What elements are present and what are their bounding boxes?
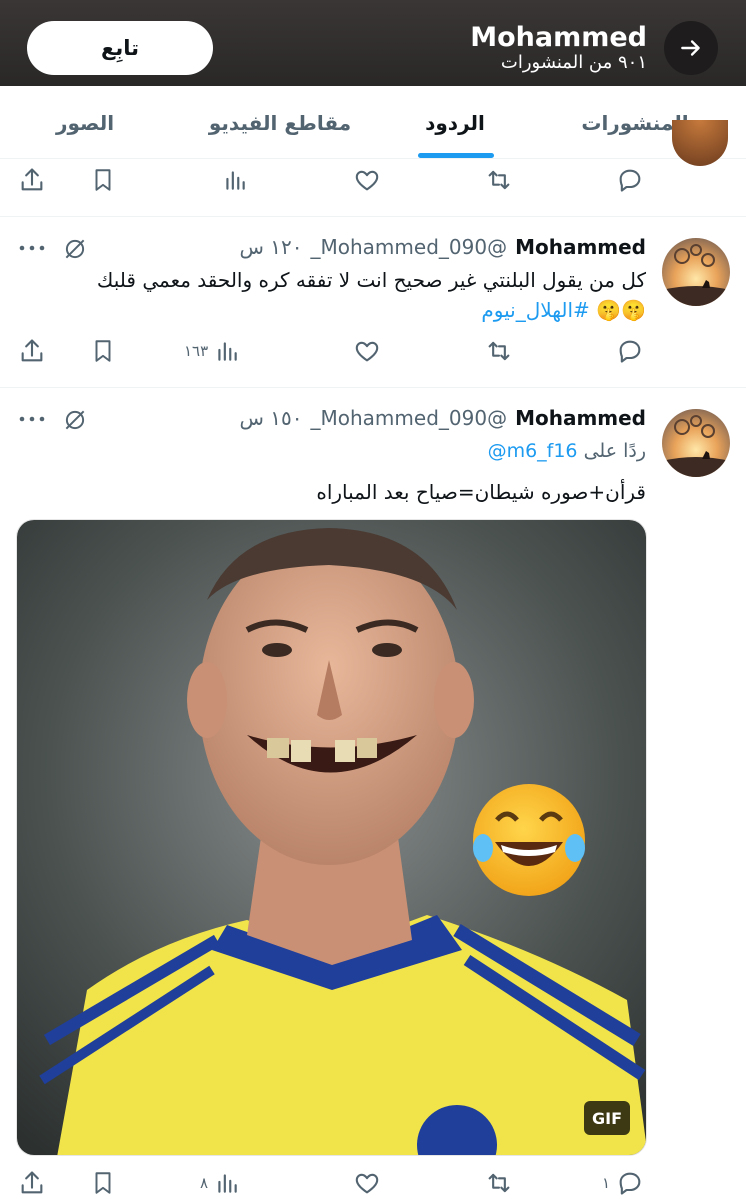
- repost-icon: [488, 170, 510, 190]
- reply-icon: [619, 1172, 641, 1195]
- gif-image: [17, 520, 646, 1155]
- views-button[interactable]: [222, 163, 248, 197]
- reply-mention-link[interactable]: @m6_f16: [488, 440, 578, 462]
- like-button[interactable]: [353, 163, 381, 197]
- tweet-actions-previous: [0, 163, 746, 197]
- repost-icon: [488, 341, 510, 361]
- repost-icon: [488, 1173, 510, 1193]
- views-count: ٨: [200, 1174, 209, 1192]
- profile-header: تابِع Mohammed ٩٠١ من المنشورات: [0, 0, 746, 86]
- profile-name: Mohammed: [470, 22, 647, 53]
- tweet-time[interactable]: ١٢٠ س: [239, 235, 302, 259]
- tweet-author[interactable]: Mohammed: [515, 406, 646, 430]
- tweet-divider: [0, 216, 746, 217]
- reply-icon: [619, 340, 641, 363]
- profile-tabs: المنشورات الردود مقاطع الفيديو الصور: [0, 86, 746, 159]
- tweet-handle[interactable]: _Mohammed_090@: [311, 235, 508, 259]
- share-button[interactable]: [18, 163, 46, 197]
- bookmark-button[interactable]: [90, 1166, 116, 1199]
- bookmark-icon: [95, 340, 111, 362]
- tweet-time[interactable]: ١٥٠ س: [239, 406, 302, 430]
- avatar[interactable]: [662, 238, 730, 306]
- reply-icon: [619, 169, 641, 192]
- gif-badge: GIF: [583, 1101, 630, 1135]
- reply-count: ١: [602, 1174, 611, 1192]
- tweet-actions: ١٦٣: [0, 334, 746, 368]
- heart-icon: [355, 170, 379, 191]
- share-icon: [21, 168, 43, 191]
- back-button[interactable]: [664, 21, 718, 75]
- reply-button[interactable]: [616, 163, 644, 197]
- bookmark-button[interactable]: [90, 163, 116, 197]
- views-button[interactable]: ١٦٣: [184, 334, 240, 368]
- share-button[interactable]: [18, 334, 46, 368]
- repost-button[interactable]: [484, 334, 514, 368]
- share-icon: [21, 339, 43, 362]
- avatar-image: [662, 238, 730, 306]
- tab-photos[interactable]: الصور: [30, 86, 140, 159]
- bar-chart-icon: [218, 1174, 237, 1193]
- post-count: ٩٠١ من المنشورات: [500, 52, 647, 73]
- tab-replies[interactable]: الردود: [390, 86, 520, 159]
- bookmark-icon: [95, 1172, 111, 1194]
- reply-context: ردًا على @m6_f16: [488, 440, 646, 462]
- avatar[interactable]: [662, 409, 730, 477]
- heart-icon: [355, 1173, 379, 1194]
- grok-icon[interactable]: [62, 236, 88, 262]
- bookmark-button[interactable]: [90, 334, 116, 368]
- bookmark-icon: [95, 169, 111, 191]
- tweet-body: قرأن+صوره شيطان=صياح بعد المباراه: [316, 480, 646, 504]
- repost-button[interactable]: [484, 163, 514, 197]
- grok-icon[interactable]: [62, 407, 88, 433]
- bar-chart-icon: [226, 171, 245, 190]
- avatar-image: [662, 409, 730, 477]
- arrow-right-icon: [681, 40, 700, 56]
- reply-prefix: ردًا على: [583, 440, 646, 462]
- views-count: ١٦٣: [184, 342, 209, 360]
- tweet-handle[interactable]: _Mohammed_090@: [311, 406, 508, 430]
- more-icon[interactable]: [18, 414, 46, 424]
- tweet-actions: ١ ٨: [0, 1166, 746, 1199]
- tweet-body: كل من يقول البلنتي غير صحيح انت لا تفقه …: [96, 268, 646, 292]
- tweet-media-gif[interactable]: GIF: [16, 519, 647, 1156]
- tweet-meta: ١٥٠ س _Mohammed_090@ Mohammed: [239, 403, 646, 433]
- share-icon: [21, 1171, 43, 1194]
- like-button[interactable]: [353, 1166, 381, 1199]
- tweet-meta: ١٢٠ س _Mohammed_090@ Mohammed: [239, 232, 646, 262]
- tweet-text: كل من يقول البلنتي غير صحيح انت لا تفقه …: [26, 265, 646, 325]
- repost-button[interactable]: [484, 1166, 514, 1199]
- more-icon[interactable]: [18, 243, 46, 253]
- follow-button[interactable]: تابِع: [27, 21, 213, 75]
- share-button[interactable]: [18, 1166, 46, 1199]
- heart-icon: [355, 341, 379, 362]
- tweet-divider: [0, 387, 746, 388]
- hashtag-link[interactable]: #الهلال_نيوم: [481, 298, 589, 322]
- tab-videos[interactable]: مقاطع الفيديو: [195, 86, 365, 159]
- like-button[interactable]: [353, 334, 381, 368]
- tweet-author[interactable]: Mohammed: [515, 235, 646, 259]
- tweet-emoji: 🤫🤫: [596, 298, 646, 322]
- reply-button[interactable]: [616, 334, 644, 368]
- bar-chart-icon: [218, 342, 237, 361]
- views-button[interactable]: ٨: [200, 1166, 240, 1199]
- reply-button[interactable]: ١: [602, 1166, 644, 1199]
- avatar-partial: [672, 120, 728, 166]
- active-tab-indicator: [418, 153, 494, 158]
